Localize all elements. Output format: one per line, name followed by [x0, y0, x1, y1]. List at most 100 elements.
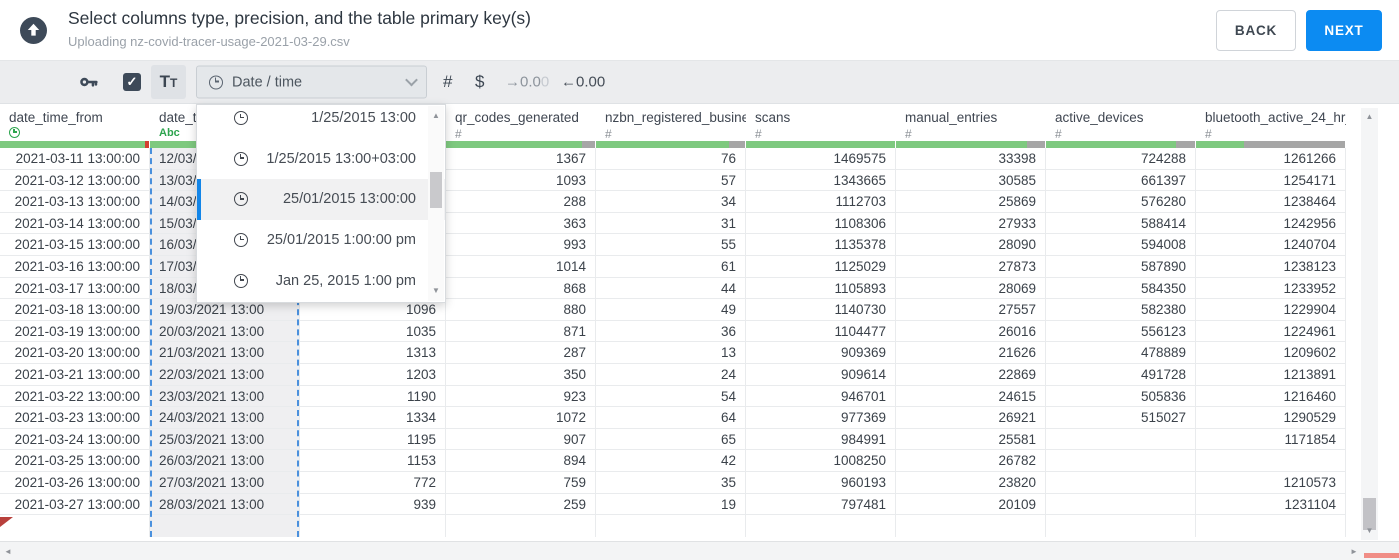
cell[interactable]: 28069	[896, 277, 1046, 300]
cell[interactable]: 2021-03-12 13:00:00	[0, 169, 150, 192]
cell[interactable]: 24/03/2021 13:00	[150, 407, 300, 429]
cell[interactable]: 13	[596, 342, 746, 364]
cell[interactable]: 1035	[300, 320, 446, 343]
cell[interactable]: 26/03/2021 13:00	[150, 450, 300, 472]
cell[interactable]: 1108306	[746, 212, 896, 235]
cell[interactable]: 20109	[896, 493, 1046, 516]
precision-decrease[interactable]: ←0.00	[561, 74, 605, 91]
cell[interactable]: 21626	[896, 342, 1046, 364]
format-option[interactable]: Jan 25, 2015 1:00 pm	[197, 260, 445, 301]
cell[interactable]: 724288	[1046, 148, 1196, 170]
cell[interactable]: 1367	[446, 148, 596, 170]
cell[interactable]: 582380	[1046, 299, 1196, 321]
cell[interactable]: 1231104	[1196, 493, 1346, 516]
cell[interactable]: 363	[446, 212, 596, 235]
cell[interactable]: 21/03/2021 13:00	[150, 342, 300, 364]
cell[interactable]: 1014	[446, 255, 596, 278]
cell[interactable]: 2021-03-22 13:00:00	[0, 385, 150, 408]
cell[interactable]: 76	[596, 148, 746, 170]
cell[interactable]: 23/03/2021 13:00	[150, 385, 300, 408]
cell[interactable]: 515027	[1046, 407, 1196, 429]
currency-type-button[interactable]: $	[475, 72, 484, 92]
cell[interactable]: 1224961	[1196, 320, 1346, 343]
cell[interactable]: 2021-03-15 13:00:00	[0, 234, 150, 256]
cell[interactable]: 42	[596, 450, 746, 472]
cell[interactable]: 259	[446, 493, 596, 516]
cell[interactable]: 27/03/2021 13:00	[150, 471, 300, 494]
column-header[interactable]: manual_entries #	[896, 104, 1046, 141]
precision-increase[interactable]: →0.00	[505, 74, 549, 91]
column-header[interactable]: active_devices #	[1046, 104, 1196, 141]
cell[interactable]: 759	[446, 471, 596, 494]
vertical-scrollbar[interactable]: ▲ ▼	[1361, 108, 1378, 540]
cell[interactable]: 1105893	[746, 277, 896, 300]
cell[interactable]: 993	[446, 234, 596, 256]
format-option[interactable]: 25/01/2015 1:00:00 pm	[197, 220, 445, 261]
cell[interactable]: 27873	[896, 255, 1046, 278]
back-button[interactable]: BACK	[1216, 10, 1296, 51]
text-type-button[interactable]: Tt	[151, 65, 186, 99]
cell[interactable]: 2021-03-19 13:00:00	[0, 320, 150, 343]
cell[interactable]: 26782	[896, 450, 1046, 472]
cell[interactable]: 2021-03-21 13:00:00	[0, 363, 150, 386]
scroll-down-arrow[interactable]: ▼	[428, 285, 444, 297]
cell[interactable]: 2021-03-24 13:00:00	[0, 428, 150, 451]
cell[interactable]: 1238464	[1196, 191, 1346, 213]
cell[interactable]: 20/03/2021 13:00	[150, 320, 300, 343]
next-button[interactable]: NEXT	[1306, 10, 1382, 51]
cell[interactable]: 923	[446, 385, 596, 408]
cell[interactable]: 1240704	[1196, 234, 1346, 256]
cell[interactable]: 909369	[746, 342, 896, 364]
cell[interactable]: 1238123	[1196, 255, 1346, 278]
cell[interactable]	[1046, 471, 1196, 494]
cell[interactable]: 1171854	[1196, 428, 1346, 451]
cell[interactable]: 1242956	[1196, 212, 1346, 235]
cell[interactable]: 894	[446, 450, 596, 472]
cell[interactable]: 36	[596, 320, 746, 343]
cell[interactable]: 505836	[1046, 385, 1196, 408]
cell[interactable]	[1046, 450, 1196, 472]
scroll-right-arrow[interactable]: ►	[1350, 546, 1358, 558]
format-option[interactable]: 25/01/2015 13:00:00	[197, 179, 445, 220]
cell[interactable]: 26016	[896, 320, 1046, 343]
cell[interactable]: 27933	[896, 212, 1046, 235]
cell[interactable]: 1135378	[746, 234, 896, 256]
cell[interactable]: 27557	[896, 299, 1046, 321]
cell[interactable]: 1313	[300, 342, 446, 364]
cell[interactable]: 25581	[896, 428, 1046, 451]
cell[interactable]: 584350	[1046, 277, 1196, 300]
cell[interactable]: 65	[596, 428, 746, 451]
cell[interactable]: 1112703	[746, 191, 896, 213]
cell[interactable]: 30585	[896, 169, 1046, 192]
cell[interactable]: 1008250	[746, 450, 896, 472]
cell[interactable]: 24615	[896, 385, 1046, 408]
cell[interactable]: 25869	[896, 191, 1046, 213]
cell[interactable]: 2021-03-26 13:00:00	[0, 471, 150, 494]
cell[interactable]: 1190	[300, 385, 446, 408]
column-type-select[interactable]: Date / time	[196, 65, 427, 99]
cell[interactable]: 28/03/2021 13:00	[150, 493, 300, 516]
cell[interactable]: 64	[596, 407, 746, 429]
cell[interactable]: 909614	[746, 363, 896, 386]
cell[interactable]: 588414	[1046, 212, 1196, 235]
cell[interactable]: 880	[446, 299, 596, 321]
cell[interactable]: 661397	[1046, 169, 1196, 192]
cell[interactable]: 1072	[446, 407, 596, 429]
cell[interactable]: 34	[596, 191, 746, 213]
cell[interactable]: 1153	[300, 450, 446, 472]
cell[interactable]: 1343665	[746, 169, 896, 192]
cell[interactable]: 1290529	[1196, 407, 1346, 429]
cell[interactable]: 2021-03-27 13:00:00	[0, 493, 150, 516]
cell[interactable]: 1203	[300, 363, 446, 386]
cell[interactable]: 491728	[1046, 363, 1196, 386]
cell[interactable]: 2021-03-16 13:00:00	[0, 255, 150, 278]
cell[interactable]: 1140730	[746, 299, 896, 321]
cell[interactable]	[1196, 450, 1346, 472]
cell[interactable]: 478889	[1046, 342, 1196, 364]
cell[interactable]: 2021-03-20 13:00:00	[0, 342, 150, 364]
cell[interactable]: 23820	[896, 471, 1046, 494]
cell[interactable]: 1216460	[1196, 385, 1346, 408]
cell[interactable]: 287	[446, 342, 596, 364]
scroll-down-arrow[interactable]: ▼	[1361, 525, 1378, 537]
cell[interactable]: 1469575	[746, 148, 896, 170]
